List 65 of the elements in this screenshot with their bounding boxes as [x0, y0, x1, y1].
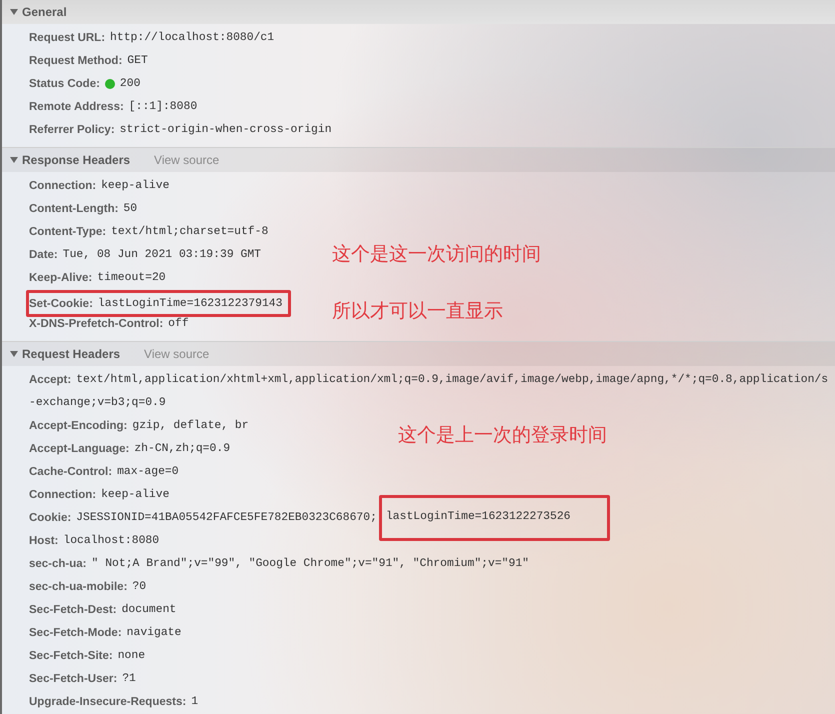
collapse-triangle-icon[interactable]: [10, 157, 18, 163]
header-value: JSESSIONID=41BA05542FAFCE5FE782EB0323C68670;: [76, 512, 377, 524]
header-value: 1: [191, 696, 198, 708]
header-value: ?0: [132, 580, 146, 592]
header-name: Keep-Alive:: [29, 272, 92, 284]
header-name: Accept-Language:: [29, 442, 130, 454]
header-value: off: [168, 318, 189, 330]
view-source-link[interactable]: View source: [144, 347, 210, 361]
header-name: Sec-Fetch-Dest:: [29, 604, 117, 616]
header-name: sec-ch-ua:: [29, 558, 87, 570]
header-value: keep-alive: [101, 488, 170, 500]
annotation-note: 所以才可以一直显示: [332, 300, 503, 322]
header-name: Date:: [29, 248, 58, 260]
header-value: keep-alive: [101, 180, 170, 192]
header-name: Sec-Fetch-Mode:: [29, 626, 122, 638]
header-value: zh-CN,zh;q=0.9: [134, 442, 230, 454]
header-value: -exchange;v=b3;q=0.9: [29, 396, 166, 408]
header-value: max-age=0: [117, 466, 179, 478]
header-name: Upgrade-Insecure-Requests:: [29, 696, 186, 708]
header-value: http://localhost:8080/c1: [110, 32, 274, 44]
header-name: Request Method:: [29, 54, 122, 66]
header-name: Cookie:: [29, 512, 72, 524]
section-title[interactable]: Request Headers: [22, 347, 120, 361]
collapse-triangle-icon[interactable]: [10, 351, 18, 357]
header-value: 200: [120, 78, 140, 90]
header-value: text/html;charset=utf-8: [111, 226, 268, 238]
header-value: navigate: [126, 626, 182, 638]
header-name: Referrer Policy:: [29, 124, 115, 136]
header-value: GET: [127, 54, 148, 66]
annotation-note: 这个是这一次访问的时间: [332, 243, 541, 265]
header-name: Connection:: [29, 488, 96, 500]
header-name: Accept-Encoding:: [29, 420, 128, 432]
header-name: Cache-Control:: [29, 466, 112, 478]
header-name: sec-ch-ua-mobile:: [29, 580, 128, 592]
header-value: none: [118, 650, 146, 662]
header-name: Accept:: [29, 374, 72, 386]
header-value: timeout=20: [97, 272, 166, 284]
header-value: ?1: [122, 672, 136, 684]
collapse-triangle-icon[interactable]: [10, 9, 18, 15]
header-name: Status Code:: [29, 78, 100, 90]
header-name: X-DNS-Prefetch-Control:: [29, 318, 164, 330]
view-source-link[interactable]: View source: [154, 153, 220, 167]
header-name: Request URL:: [29, 32, 106, 44]
header-value: gzip, deflate, br: [132, 420, 249, 432]
header-value: " Not;A Brand";v="99", "Google Chrome";v="91", "Chromium";v="91": [92, 558, 530, 570]
section-title[interactable]: Response Headers: [22, 153, 130, 167]
header-value: Tue, 08 Jun 2021 03:19:39 GMT: [62, 248, 261, 260]
header-name: Content-Length:: [29, 202, 118, 214]
header-name: Remote Address:: [29, 100, 124, 112]
header-value: lastLoginTime=1623122379143: [98, 298, 282, 310]
header-value: text/html,application/xhtml+xml,application/xml;q=0.9,image/avif,image/webp,image/apng,*/*;q=0.8,application/s: [76, 374, 828, 386]
header-name: Connection:: [29, 180, 96, 192]
header-name: Host:: [29, 534, 58, 546]
header-value: [::1]:8080: [128, 100, 198, 112]
header-value: 50: [123, 202, 138, 214]
header-name: Content-Type:: [29, 226, 106, 238]
header-value: localhost:8080: [63, 534, 160, 546]
highlighted-value: lastLoginTime=1623122273526: [378, 494, 610, 540]
header-value: strict-origin-when-cross-origin: [120, 124, 332, 136]
header-name: Sec-Fetch-User:: [29, 672, 118, 684]
header-name: Sec-Fetch-Site:: [29, 650, 113, 662]
header-value: document: [122, 604, 176, 616]
header-name: Set-Cookie:: [29, 298, 93, 310]
annotation-note: 这个是上一次的登录时间: [398, 424, 607, 446]
section-title[interactable]: General: [22, 5, 67, 19]
